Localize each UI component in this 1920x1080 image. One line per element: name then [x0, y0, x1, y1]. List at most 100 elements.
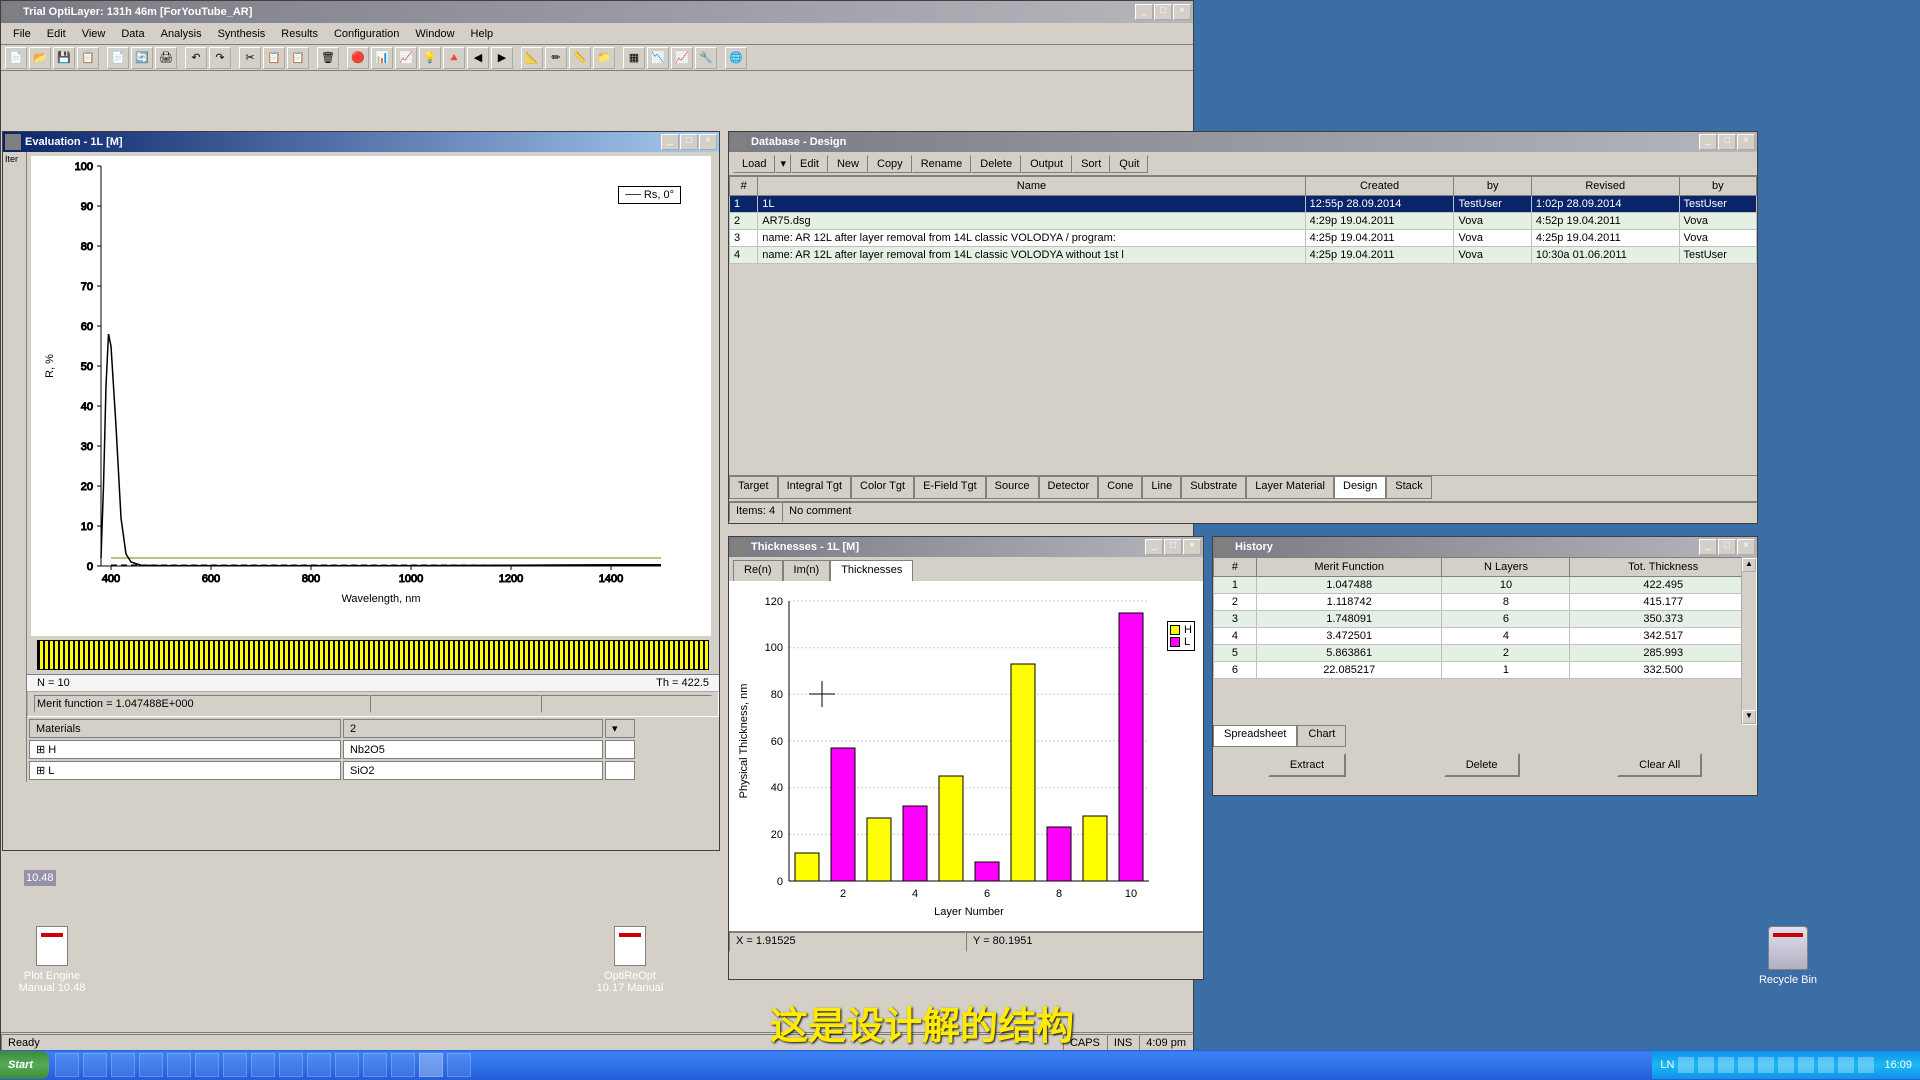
- menu-results[interactable]: Results: [273, 26, 326, 42]
- db-sort-button[interactable]: Sort: [1072, 155, 1110, 173]
- toolbar-button-23[interactable]: ◀: [467, 47, 489, 69]
- toolbar-button-24[interactable]: ▶: [491, 47, 513, 69]
- toolbar-button-21[interactable]: 💡: [419, 47, 441, 69]
- hist-row-0[interactable]: 11.04748810422.495: [1214, 577, 1757, 594]
- hist-close[interactable]: ×: [1737, 539, 1755, 555]
- toolbar-button-22[interactable]: 🔺: [443, 47, 465, 69]
- hist-col[interactable]: Merit Function: [1256, 558, 1442, 577]
- db-maximize[interactable]: □: [1718, 134, 1736, 150]
- db-row-2[interactable]: 3name: AR 12L after layer removal from 1…: [730, 230, 1757, 247]
- thk-maximize[interactable]: □: [1164, 539, 1182, 555]
- toolbar-button-34[interactable]: 🔧: [695, 47, 717, 69]
- db-minimize[interactable]: _: [1699, 134, 1717, 150]
- db-col-Revised[interactable]: Revised: [1531, 177, 1679, 196]
- toolbar-button-14[interactable]: 📋: [287, 47, 309, 69]
- evaluation-titlebar[interactable]: Evaluation - 1L [M] _ □ ×: [3, 132, 719, 152]
- toolbar-button-36[interactable]: 🌐: [725, 47, 747, 69]
- eval-close[interactable]: ×: [699, 134, 717, 150]
- materials-expand[interactable]: ▾: [605, 719, 635, 738]
- hist-tab-spreadsheet[interactable]: Spreadsheet: [1213, 725, 1297, 747]
- toolbar-button-31[interactable]: ▦: [623, 47, 645, 69]
- quicklaunch-1[interactable]: [55, 1053, 79, 1077]
- menu-view[interactable]: View: [74, 26, 114, 42]
- toolbar-button-9[interactable]: ↶: [185, 47, 207, 69]
- thickness-titlebar[interactable]: Thicknesses - 1L [M] _ □ ×: [729, 537, 1203, 557]
- hist-row-3[interactable]: 43.4725014342.517: [1214, 628, 1757, 645]
- quicklaunch-8[interactable]: [251, 1053, 275, 1077]
- maximize-button[interactable]: □: [1154, 4, 1172, 20]
- start-button[interactable]: Start: [0, 1051, 49, 1079]
- tray-icon[interactable]: [1798, 1057, 1814, 1073]
- quicklaunch-9[interactable]: [279, 1053, 303, 1077]
- toolbar-button-33[interactable]: 📈: [671, 47, 693, 69]
- menu-file[interactable]: File: [5, 26, 39, 42]
- toolbar-button-32[interactable]: 📉: [647, 47, 669, 69]
- hist-row-5[interactable]: 622.0852171332.500: [1214, 662, 1757, 679]
- tray-icon[interactable]: [1718, 1057, 1734, 1073]
- hist-extract-button[interactable]: Extract: [1268, 753, 1346, 777]
- menu-help[interactable]: Help: [463, 26, 502, 42]
- db-col-Created[interactable]: Created: [1305, 177, 1454, 196]
- desktop-icon-recyclebin[interactable]: Recycle Bin: [1750, 926, 1826, 986]
- hist-tab-chart[interactable]: Chart: [1297, 725, 1346, 747]
- db-tab-stack[interactable]: Stack: [1386, 476, 1432, 499]
- db-tab-cone[interactable]: Cone: [1098, 476, 1142, 499]
- toolbar-button-1[interactable]: 📂: [29, 47, 51, 69]
- thk-minimize[interactable]: _: [1145, 539, 1163, 555]
- menu-data[interactable]: Data: [113, 26, 152, 42]
- toolbar-button-12[interactable]: ✂: [239, 47, 261, 69]
- db-load-button[interactable]: Load: [733, 155, 775, 173]
- toolbar-button-16[interactable]: 🗑: [317, 47, 339, 69]
- quicklaunch-4[interactable]: [139, 1053, 163, 1077]
- db-quit-button[interactable]: Quit: [1110, 155, 1148, 173]
- toolbar-button-26[interactable]: 📐: [521, 47, 543, 69]
- db-tab-e-field-tgt[interactable]: E-Field Tgt: [914, 476, 986, 499]
- db-row-1[interactable]: 2AR75.dsg4:29p 19.04.2011Vova4:52p 19.04…: [730, 213, 1757, 230]
- main-titlebar[interactable]: Trial OptiLayer: 131h 46m [ForYouTube_AR…: [1, 1, 1193, 23]
- scroll-down-icon[interactable]: ▼: [1742, 710, 1756, 724]
- db-output-button[interactable]: Output: [1021, 155, 1072, 173]
- taskbar-app-active[interactable]: [419, 1053, 443, 1077]
- toolbar-button-10[interactable]: ↷: [209, 47, 231, 69]
- desktop-icon-plotengine[interactable]: Plot Engine Manual 10.48: [14, 926, 90, 994]
- tray-icon[interactable]: [1758, 1057, 1774, 1073]
- toolbar-button-19[interactable]: 📊: [371, 47, 393, 69]
- db-rename-button[interactable]: Rename: [912, 155, 972, 173]
- toolbar-button-6[interactable]: 🔄: [131, 47, 153, 69]
- db-load-dropdown[interactable]: ▾: [775, 154, 791, 173]
- quicklaunch-2[interactable]: [83, 1053, 107, 1077]
- database-titlebar[interactable]: Database - Design _ □ ×: [729, 132, 1757, 152]
- toolbar-button-27[interactable]: ✏: [545, 47, 567, 69]
- hist-row-4[interactable]: 55.8638612285.993: [1214, 645, 1757, 662]
- db-row-0[interactable]: 11L12:55p 28.09.2014TestUser1:02p 28.09.…: [730, 196, 1757, 213]
- db-col-by[interactable]: by: [1679, 177, 1756, 196]
- history-scrollbar[interactable]: ▲ ▼: [1741, 557, 1757, 725]
- toolbar-button-7[interactable]: 🖨: [155, 47, 177, 69]
- db-tab-line[interactable]: Line: [1142, 476, 1181, 499]
- hist-row-2[interactable]: 31.7480916350.373: [1214, 611, 1757, 628]
- database-grid[interactable]: #NameCreatedbyRevisedby11L12:55p 28.09.2…: [729, 176, 1757, 264]
- tray-icon[interactable]: [1818, 1057, 1834, 1073]
- tray-icon[interactable]: [1738, 1057, 1754, 1073]
- menu-edit[interactable]: Edit: [39, 26, 74, 42]
- tray-icon[interactable]: [1778, 1057, 1794, 1073]
- history-grid[interactable]: #Merit FunctionN LayersTot. Thickness11.…: [1213, 557, 1757, 679]
- quicklaunch-3[interactable]: [111, 1053, 135, 1077]
- db-tab-detector[interactable]: Detector: [1039, 476, 1099, 499]
- tray-icon[interactable]: [1698, 1057, 1714, 1073]
- db-tab-substrate[interactable]: Substrate: [1181, 476, 1246, 499]
- hist-col[interactable]: #: [1214, 558, 1257, 577]
- evaluation-chart[interactable]: 100 90 80 70 60 50 40 30 20 10 0 R,: [31, 156, 711, 636]
- hist-row-1[interactable]: 21.1187428415.177: [1214, 594, 1757, 611]
- history-titlebar[interactable]: History _ □ ×: [1213, 537, 1757, 557]
- db-tab-source[interactable]: Source: [986, 476, 1039, 499]
- minimize-button[interactable]: _: [1135, 4, 1153, 20]
- quicklaunch-5[interactable]: [167, 1053, 191, 1077]
- toolbar-button-5[interactable]: 📄: [107, 47, 129, 69]
- close-button[interactable]: ×: [1173, 4, 1191, 20]
- mat-h-sym[interactable]: ⊞ H: [29, 740, 341, 759]
- toolbar-button-18[interactable]: 🔴: [347, 47, 369, 69]
- quicklaunch-10[interactable]: [307, 1053, 331, 1077]
- db-close[interactable]: ×: [1737, 134, 1755, 150]
- menu-synthesis[interactable]: Synthesis: [210, 26, 274, 42]
